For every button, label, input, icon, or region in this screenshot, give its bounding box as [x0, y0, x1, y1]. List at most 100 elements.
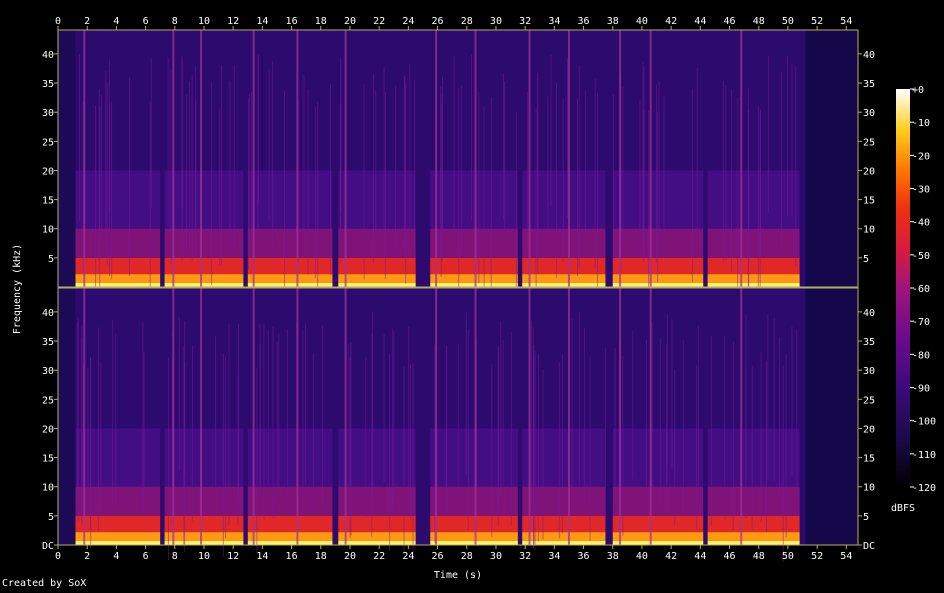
silence-region: [805, 30, 858, 287]
harmonic-streak: [405, 83, 407, 284]
harmonic-streak: [571, 318, 573, 491]
colorbar-gradient: [896, 89, 910, 487]
x-axis-label: Time (s): [434, 570, 482, 581]
x-tick-label-top: 30: [490, 16, 502, 27]
y-tick-label-right: 5: [863, 512, 869, 523]
harmonic-streak: [556, 82, 558, 279]
energy-band-dc: [164, 540, 244, 545]
harmonic-streak: [349, 356, 351, 539]
x-tick-label-bottom: 16: [286, 551, 298, 562]
energy-band-bass: [707, 274, 800, 283]
x-tick-label-bottom: 10: [198, 551, 210, 562]
onset-streak: [172, 30, 175, 287]
harmonic-streak: [461, 85, 463, 248]
y-tick-label-right: 10: [863, 483, 875, 494]
harmonic-streak: [272, 326, 274, 518]
x-tick-label-top: 24: [402, 16, 414, 27]
harmonic-streak: [98, 89, 100, 262]
x-tick-label-bottom: 54: [840, 551, 852, 562]
harmonic-streak: [143, 351, 145, 498]
harmonic-streak: [259, 323, 261, 487]
harmonic-streak: [247, 98, 249, 271]
harmonic-streak: [409, 63, 411, 231]
energy-band-dc: [430, 282, 518, 287]
x-tick-label-top: 48: [753, 16, 765, 27]
harmonic-streak: [248, 94, 250, 251]
energy-band-mid: [522, 170, 606, 229]
energy-band-upper: [612, 486, 704, 516]
harmonic-streak: [167, 57, 169, 227]
harmonic-streak: [191, 344, 193, 522]
harmonic-streak: [502, 339, 504, 487]
harmonic-streak: [303, 74, 305, 256]
x-tick-label-top: 34: [548, 16, 560, 27]
onset-streak: [649, 288, 652, 545]
harmonic-streak: [722, 80, 724, 263]
harmonic-streak: [773, 318, 775, 482]
x-tick-label-bottom: 14: [256, 551, 268, 562]
energy-band-mid: [75, 170, 161, 229]
harmonic-streak: [778, 337, 780, 492]
y-tick-label-right: 40: [863, 308, 875, 319]
harmonic-streak: [537, 354, 539, 542]
colorbar-tick-label: -10: [912, 118, 930, 129]
y-tick-label-right: 10: [863, 225, 875, 236]
harmonic-streak: [195, 99, 197, 257]
harmonic-streak: [329, 83, 331, 275]
harmonic-streak: [392, 328, 394, 510]
onset-streak: [83, 30, 86, 287]
harmonic-streak: [732, 341, 734, 531]
harmonic-streak: [782, 365, 784, 562]
harmonic-streak: [622, 86, 624, 248]
y-tick-label-left: 20: [42, 424, 54, 435]
harmonic-streak: [578, 65, 580, 269]
x-tick-label-bottom: 0: [55, 551, 61, 562]
harmonic-streak: [221, 65, 223, 265]
x-tick-label-bottom: 44: [694, 551, 706, 562]
onset-streak: [528, 288, 531, 545]
x-tick-label-top: 54: [840, 16, 852, 27]
energy-band-mid: [247, 170, 333, 229]
harmonic-streak: [542, 369, 544, 540]
harmonic-streak: [77, 317, 79, 521]
y-tick-label-right: 35: [863, 79, 875, 90]
harmonic-streak: [441, 95, 443, 263]
onset-streak: [172, 288, 175, 545]
harmonic-streak: [691, 88, 693, 282]
y-tick-label-left: 10: [42, 483, 54, 494]
energy-band-low: [430, 515, 518, 533]
harmonic-streak: [503, 73, 505, 219]
energy-band-upper: [247, 228, 333, 258]
y-tick-label-left: 40: [42, 308, 54, 319]
harmonic-streak: [272, 60, 274, 246]
harmonic-streak: [663, 95, 665, 258]
energy-band-dc: [612, 540, 704, 545]
x-tick-label-bottom: 24: [402, 551, 414, 562]
harmonic-streak: [383, 66, 385, 236]
onset-streak: [200, 288, 203, 545]
harmonic-streak: [657, 112, 659, 282]
harmonic-streak: [651, 322, 653, 503]
y-tick-label-right: 20: [863, 424, 875, 435]
harmonic-streak: [440, 86, 442, 245]
colorbar-tick-label: -100: [912, 417, 936, 428]
footer-credit: Created by SoX: [2, 578, 87, 589]
harmonic-streak: [90, 356, 92, 548]
x-tick-label-top: 44: [694, 16, 706, 27]
harmonic-streak: [470, 54, 472, 221]
energy-band-dc: [247, 540, 333, 545]
harmonic-streak: [412, 363, 414, 561]
y-tick-label-left: DC: [42, 541, 54, 552]
harmonic-streak: [414, 80, 416, 249]
onset-streak: [474, 288, 477, 545]
harmonic-streak: [757, 106, 759, 290]
x-tick-label-bottom: 8: [172, 551, 178, 562]
y-tick-label-right: 35: [863, 337, 875, 348]
energy-band-dc: [75, 540, 161, 545]
energy-band-upper: [430, 486, 518, 516]
harmonic-streak: [184, 321, 186, 479]
harmonic-streak: [256, 368, 258, 553]
harmonic-streak: [561, 354, 563, 534]
harmonic-streak: [534, 351, 536, 550]
energy-band-low: [612, 515, 704, 533]
